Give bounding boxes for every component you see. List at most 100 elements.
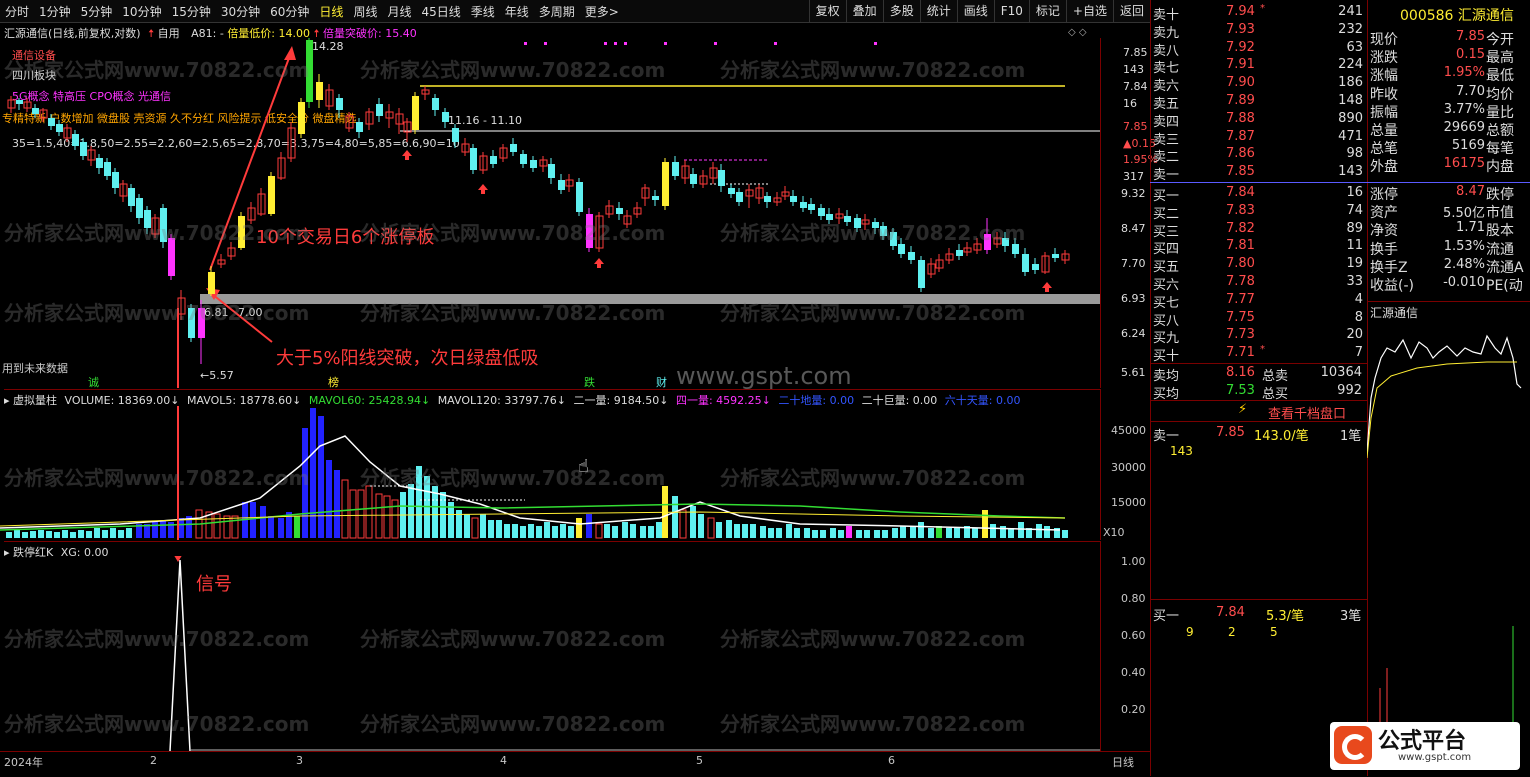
volume-bar[interactable]: [864, 530, 870, 538]
candle-body[interactable]: [808, 204, 815, 210]
candle-body[interactable]: [452, 128, 459, 142]
volume-bar[interactable]: [62, 530, 68, 538]
order-book-row[interactable]: 卖九 7.93 232: [1150, 21, 1367, 41]
toolbar-button[interactable]: 多股: [882, 0, 920, 22]
candle-body[interactable]: [652, 196, 659, 200]
volume-bar[interactable]: [786, 524, 792, 538]
volume-bar[interactable]: [326, 460, 332, 538]
volume-bar[interactable]: [94, 528, 100, 538]
volume-bar[interactable]: [552, 526, 558, 538]
volume-bar[interactable]: [78, 530, 84, 538]
order-book-row[interactable]: 卖八 7.92 63: [1150, 39, 1367, 59]
toolbar-button[interactable]: 画线: [956, 0, 994, 22]
volume-bar[interactable]: [70, 532, 76, 538]
candle-body[interactable]: [956, 250, 963, 256]
order-book-row[interactable]: 买二 7.83 74: [1150, 202, 1367, 222]
period-tab[interactable]: 月线: [382, 3, 416, 20]
volume-bar[interactable]: [595, 523, 603, 539]
intraday-mini-chart[interactable]: [1367, 318, 1527, 768]
volume-bar[interactable]: [812, 530, 818, 538]
candle-body[interactable]: [728, 188, 735, 194]
volume-bar[interactable]: [357, 489, 365, 539]
candle-body[interactable]: [48, 118, 55, 126]
candle-body[interactable]: [336, 98, 343, 110]
candle-body[interactable]: [818, 208, 825, 216]
candle-body[interactable]: [662, 162, 669, 206]
volume-bar[interactable]: [102, 530, 108, 538]
candle-body[interactable]: [764, 196, 771, 202]
toolbar-button[interactable]: 统计: [919, 0, 957, 22]
volume-bar[interactable]: [910, 526, 916, 538]
volume-bar[interactable]: [528, 524, 534, 538]
volume-bar[interactable]: [892, 528, 898, 538]
candle-body[interactable]: [80, 142, 87, 156]
volume-bar[interactable]: [318, 416, 324, 538]
volume-bar[interactable]: [586, 514, 592, 538]
candle-body[interactable]: [510, 144, 517, 152]
volume-bar[interactable]: [231, 515, 239, 539]
volume-bar[interactable]: [856, 530, 862, 538]
volume-bar[interactable]: [760, 526, 766, 538]
volume-bar[interactable]: [54, 532, 60, 538]
candle-body[interactable]: [530, 160, 537, 168]
volume-bar[interactable]: [990, 524, 996, 538]
order-book-row[interactable]: 卖十 7.94 * 241: [1150, 3, 1367, 23]
candle-body[interactable]: [72, 134, 79, 146]
volume-bar[interactable]: [38, 530, 44, 538]
volume-bar[interactable]: [30, 531, 36, 538]
volume-bar[interactable]: [408, 484, 414, 538]
candle-body[interactable]: [298, 102, 305, 134]
volume-bar[interactable]: [900, 526, 906, 538]
candle-body[interactable]: [316, 82, 323, 100]
volume-bar[interactable]: [946, 528, 952, 538]
volume-bar[interactable]: [86, 531, 92, 538]
event-marker[interactable]: 诚: [88, 374, 99, 390]
volume-bar[interactable]: [471, 517, 479, 539]
volume-bar[interactable]: [496, 520, 502, 538]
candle-body[interactable]: [412, 96, 419, 130]
volume-bar[interactable]: [512, 524, 518, 538]
candle-body[interactable]: [432, 98, 439, 110]
volume-bar[interactable]: [794, 528, 800, 538]
volume-bar[interactable]: [972, 528, 978, 538]
volume-bar[interactable]: [928, 528, 934, 538]
order-book-row[interactable]: 卖二 7.86 98: [1150, 145, 1367, 165]
volume-bar[interactable]: [365, 485, 373, 539]
volume-bar[interactable]: [1062, 530, 1068, 538]
period-tab[interactable]: 45日线: [416, 3, 465, 20]
candle-body[interactable]: [32, 108, 39, 114]
volume-bar[interactable]: [954, 528, 960, 538]
volume-bar[interactable]: [294, 516, 300, 538]
volume-bar[interactable]: [690, 506, 696, 538]
candle-body[interactable]: [616, 208, 623, 214]
order-book-row[interactable]: 买三 7.82 89: [1150, 220, 1367, 240]
toolbar-button[interactable]: 叠加: [845, 0, 883, 22]
candle-body[interactable]: [558, 180, 565, 190]
event-marker[interactable]: 榜: [328, 374, 339, 390]
order-book-row[interactable]: 卖一 7.85 143: [1150, 163, 1367, 183]
candle-body[interactable]: [112, 172, 119, 188]
candle-body[interactable]: [96, 158, 103, 168]
volume-bar[interactable]: [874, 530, 880, 538]
order-book-row[interactable]: 卖六 7.90 186: [1150, 74, 1367, 94]
volume-bar[interactable]: [648, 526, 654, 538]
period-tab[interactable]: 分时: [0, 3, 34, 20]
volume-bar[interactable]: [152, 522, 158, 538]
volume-bar[interactable]: [707, 517, 715, 539]
volume-bar[interactable]: [734, 524, 740, 538]
order-book-row[interactable]: 买四 7.81 11: [1150, 237, 1367, 257]
volume-bar[interactable]: [838, 530, 844, 538]
volume-bar[interactable]: [882, 530, 888, 538]
volume-bar[interactable]: [918, 522, 924, 538]
volume-bar[interactable]: [568, 526, 574, 538]
candle-body[interactable]: [800, 202, 807, 208]
candle-body[interactable]: [672, 162, 679, 176]
volume-bar[interactable]: [520, 526, 526, 538]
volume-bar[interactable]: [750, 524, 756, 538]
candle-body[interactable]: [520, 154, 527, 164]
volume-bar[interactable]: [640, 526, 646, 538]
volume-bar[interactable]: [126, 528, 132, 538]
toolbar-button[interactable]: F10: [993, 0, 1029, 22]
toolbar-button[interactable]: 标记: [1028, 0, 1066, 22]
volume-bar[interactable]: [604, 524, 610, 538]
